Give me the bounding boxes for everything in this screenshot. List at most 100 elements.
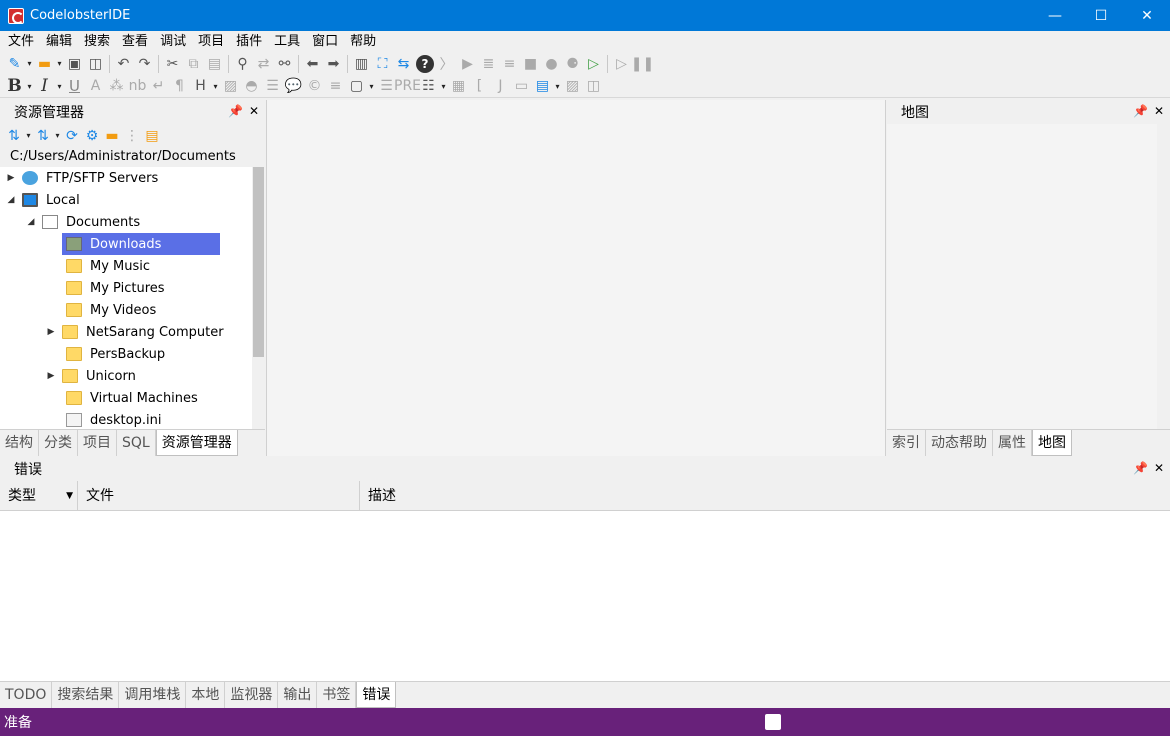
new-file-icon[interactable]: ✎ (4, 54, 25, 74)
cut-icon[interactable]: ✂ (162, 54, 183, 74)
tree-item[interactable]: ◢ Documents (26, 211, 142, 233)
tree-item[interactable]: My Music (62, 255, 152, 277)
tree-item[interactable]: ◢ Local (6, 189, 82, 211)
tree-scrollbar[interactable] (252, 167, 265, 429)
pin-icon[interactable]: 📌 (228, 104, 243, 118)
map-scrollbar[interactable] (1157, 124, 1170, 429)
comment-icon[interactable]: 💬 (283, 76, 304, 96)
tab-sql[interactable]: SQL (117, 430, 156, 456)
tab-watch[interactable]: 监视器 (225, 682, 279, 708)
save-icon[interactable]: ▣ (64, 54, 85, 74)
close-panel-icon[interactable]: ✕ (1154, 461, 1164, 475)
tree-item[interactable]: ▶ NetSarang Computer (46, 321, 226, 343)
tab-bookmarks[interactable]: 书签 (317, 682, 357, 708)
frame-icon[interactable]: ◫ (583, 76, 604, 96)
run-debug-icon[interactable]: ▶ (457, 54, 478, 74)
menu-search[interactable]: 搜索 (78, 31, 116, 52)
tab-map[interactable]: 地图 (1032, 430, 1072, 456)
tree-item-selected[interactable]: Downloads (62, 233, 220, 255)
redo-icon[interactable]: ↷ (134, 54, 155, 74)
tab-output[interactable]: 输出 (278, 682, 318, 708)
tab-errors[interactable]: 错误 (356, 682, 397, 708)
replace-icon[interactable]: ⇄ (253, 54, 274, 74)
toggle-breakpoint-icon[interactable]: ● (541, 54, 562, 74)
list-icon[interactable]: ☷ (418, 76, 439, 96)
new-file-dropdown[interactable]: ▾ (25, 59, 34, 68)
minimize-button[interactable]: — (1032, 0, 1078, 31)
box-icon[interactable]: ▢ (346, 76, 367, 96)
pause-icon[interactable]: ❚❚ (631, 54, 654, 74)
menu-edit[interactable]: 编辑 (40, 31, 78, 52)
tab-properties[interactable]: 属性 (993, 430, 1032, 456)
column-description[interactable]: 描述 (360, 481, 1170, 511)
map-view[interactable] (887, 124, 1157, 429)
help-icon[interactable]: ? (416, 54, 434, 73)
continue-icon[interactable]: ▷ (611, 54, 632, 74)
horizontal-rule-icon[interactable]: ☰ (262, 76, 283, 96)
form-element-dropdown[interactable]: ▾ (553, 82, 562, 91)
tree-item[interactable]: PersBackup (62, 343, 167, 365)
undo-icon[interactable]: ↶ (113, 54, 134, 74)
find-icon[interactable]: ⚲ (232, 54, 253, 74)
step-over-icon[interactable]: ≡ (499, 54, 520, 74)
collapse-icon[interactable]: ⋮ (122, 126, 142, 146)
column-type[interactable]: 类型 ▼ (0, 481, 78, 511)
compare-icon[interactable]: ▥ (351, 54, 372, 74)
tab-call-stack[interactable]: 调用堆栈 (119, 682, 187, 708)
close-panel-icon[interactable]: ✕ (249, 104, 259, 118)
font-button[interactable]: A (85, 76, 106, 96)
tab-locals[interactable]: 本地 (186, 682, 226, 708)
expand-arrow-icon[interactable]: ▶ (46, 327, 56, 337)
menu-view[interactable]: 查看 (116, 31, 154, 52)
tree-item[interactable]: desktop.ini (62, 409, 163, 429)
box-dropdown[interactable]: ▾ (367, 82, 376, 91)
step-into-icon[interactable]: ≣ (478, 54, 499, 74)
sort-dropdown-icon[interactable]: ▼ (66, 481, 73, 511)
fullscreen-icon[interactable]: ⛶ (372, 54, 393, 74)
align-icon[interactable]: ≡ (325, 76, 346, 96)
refresh-icon[interactable]: ⟳ (62, 126, 82, 146)
pin-icon[interactable]: 📌 (1133, 104, 1148, 118)
tab-classes[interactable]: 分类 (39, 430, 78, 456)
sort-az-dropdown[interactable]: ▾ (24, 131, 33, 140)
editor-area[interactable] (266, 100, 886, 456)
maximize-button[interactable]: ☐ (1078, 0, 1124, 31)
menu-project[interactable]: 项目 (192, 31, 230, 52)
tab-structure[interactable]: 结构 (0, 430, 39, 456)
run-icon[interactable]: ▷ (583, 54, 604, 74)
preformatted-button[interactable]: PRE (394, 76, 421, 96)
menu-tools[interactable]: 工具 (268, 31, 306, 52)
scrollbar-thumb[interactable] (253, 167, 264, 357)
collapse-arrow-icon[interactable]: ◢ (6, 195, 16, 205)
sort-az-icon[interactable]: ⇅ (4, 126, 24, 146)
heading-dropdown[interactable]: ▾ (211, 82, 220, 91)
sync-icon[interactable]: ⇆ (393, 54, 414, 74)
close-panel-icon[interactable]: ✕ (1154, 104, 1164, 118)
list-dropdown[interactable]: ▾ (439, 82, 448, 91)
form-element-icon[interactable]: ▤ (532, 76, 553, 96)
copyright-icon[interactable]: © (304, 76, 325, 96)
copy-icon[interactable]: ⧉ (183, 54, 204, 74)
pin-icon[interactable]: 📌 (1133, 461, 1148, 475)
expand-arrow-icon[interactable]: ▶ (46, 371, 56, 381)
settings-icon[interactable]: ⚙ (82, 126, 102, 146)
column-file[interactable]: 文件 (78, 481, 360, 511)
tab-index[interactable]: 索引 (887, 430, 926, 456)
bold-button[interactable]: B (4, 76, 25, 96)
tree-item[interactable]: My Videos (62, 299, 158, 321)
open-folder-icon[interactable]: ▬ (102, 126, 122, 146)
image-icon[interactable]: ▨ (220, 76, 241, 96)
bold-dropdown[interactable]: ▾ (25, 82, 34, 91)
navigate-back-icon[interactable]: ⬅ (302, 54, 323, 74)
italic-dropdown[interactable]: ▾ (55, 82, 64, 91)
find-in-files-icon[interactable]: ⚯ (274, 54, 295, 74)
menu-debug[interactable]: 调试 (154, 31, 192, 52)
paste-icon[interactable]: ▤ (204, 54, 225, 74)
expand-arrow-icon[interactable]: ▶ (6, 173, 16, 183)
table-icon[interactable]: ▦ (448, 76, 469, 96)
underline-button[interactable]: U (64, 76, 85, 96)
line-break-icon[interactable]: ↵ (148, 76, 169, 96)
anchor-icon[interactable]: ◓ (241, 76, 262, 96)
tab-dynamic-help[interactable]: 动态帮助 (926, 430, 993, 456)
save-all-icon[interactable]: ◫ (85, 54, 106, 74)
